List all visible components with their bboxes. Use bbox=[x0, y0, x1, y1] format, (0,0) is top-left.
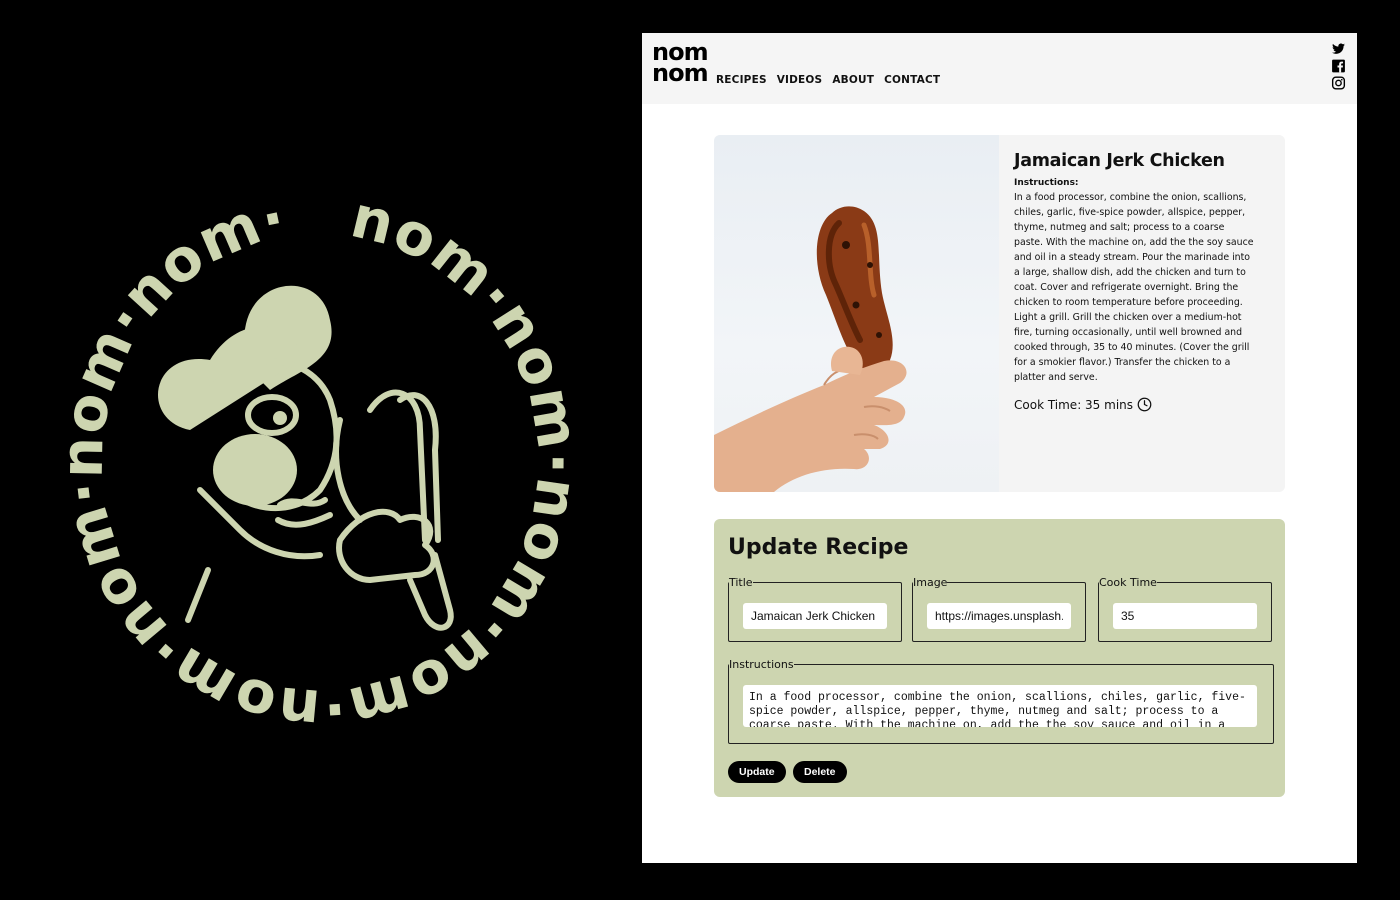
jerk-chicken-drumstick-image bbox=[714, 206, 907, 492]
social-links bbox=[1331, 42, 1347, 90]
nav-about[interactable]: ABOUT bbox=[832, 74, 874, 86]
cook-time-fieldset: Cook Time bbox=[1098, 576, 1272, 642]
site-header: nom nom RECIPES VIDEOS ABOUT CONTACT bbox=[642, 33, 1357, 104]
chef-illustration bbox=[157, 285, 454, 631]
nav-contact[interactable]: CONTACT bbox=[884, 74, 940, 86]
facebook-icon[interactable] bbox=[1331, 59, 1346, 73]
recipe-title: Jamaican Jerk Chicken bbox=[1014, 151, 1225, 171]
title-legend: Title bbox=[729, 576, 753, 589]
update-recipe-form: Update Recipe Title Image Cook Time Inst… bbox=[714, 519, 1285, 797]
nom-nom-emblem: nom·nom·nom·nom·nom·nom·nom·nom· bbox=[40, 160, 600, 740]
title-fieldset: Title bbox=[728, 576, 902, 642]
clock-icon bbox=[1137, 397, 1152, 412]
cook-time: Cook Time: 35 mins bbox=[1014, 397, 1272, 412]
instructions-line: a large, shallow dish, add the chicken a… bbox=[1014, 267, 1246, 278]
instructions-line: paste. With the machine on, add the the … bbox=[1014, 237, 1254, 248]
instructions-line: coat. Cover and refrigerate overnight. B… bbox=[1014, 282, 1239, 293]
emblem-ring-text: nom·nom·nom·nom·nom·nom·nom·nom· bbox=[48, 182, 593, 740]
instructions-textarea[interactable]: In a food processor, combine the onion, … bbox=[743, 685, 1257, 727]
recipe-info: Jamaican Jerk Chicken Instructions: In a… bbox=[1014, 151, 1272, 412]
instructions-line: platter and serve. bbox=[1014, 372, 1098, 383]
twitter-icon[interactable] bbox=[1331, 42, 1346, 56]
instructions-line: thyme, nutmeg and salt; process to a coa… bbox=[1014, 222, 1225, 233]
site-logo[interactable]: nom nom bbox=[652, 40, 709, 88]
instructions-line: for a smokier flavor.) Transfer the chic… bbox=[1014, 357, 1231, 368]
cook-time-input[interactable] bbox=[1113, 603, 1257, 629]
instructions-line: Light a grill. Grill the chicken over a … bbox=[1014, 312, 1242, 323]
update-button[interactable]: Update bbox=[728, 761, 786, 783]
instructions-line: chicken to room temperature before proce… bbox=[1014, 297, 1243, 308]
update-recipe-heading: Update Recipe bbox=[728, 535, 909, 560]
instructions-line: fire, turning occasionally, until well b… bbox=[1014, 327, 1243, 338]
delete-button[interactable]: Delete bbox=[793, 761, 847, 783]
instructions-fieldset: Instructions In a food processor, combin… bbox=[728, 658, 1274, 744]
instructions-line: chiles, garlic, five-spice powder, allsp… bbox=[1014, 207, 1246, 218]
instructions-line: In a food processor, combine the onion, … bbox=[1014, 192, 1247, 203]
cook-time-legend: Cook Time bbox=[1099, 576, 1157, 589]
image-url-input[interactable] bbox=[927, 603, 1071, 629]
nav-videos[interactable]: VIDEOS bbox=[777, 74, 823, 86]
recipe-card: Jamaican Jerk Chicken Instructions: In a… bbox=[714, 135, 1285, 492]
instructions-line: and oil in a steady stream. Pour the mar… bbox=[1014, 252, 1251, 263]
instagram-icon[interactable] bbox=[1331, 76, 1346, 90]
website-screenshot: nom nom RECIPES VIDEOS ABOUT CONTACT Jam… bbox=[642, 33, 1357, 863]
logo-text-bottom: nom bbox=[652, 59, 709, 87]
image-fieldset: Image bbox=[912, 576, 1086, 642]
cook-time-text: Cook Time: 35 mins bbox=[1014, 397, 1134, 412]
instructions-line: cooked through, 35 to 40 minutes. (Cover… bbox=[1014, 342, 1250, 353]
instructions-label: Instructions: bbox=[1014, 178, 1079, 188]
nav-recipes[interactable]: RECIPES bbox=[716, 74, 767, 86]
instructions-text: In a food processor, combine the onion, … bbox=[1014, 190, 1272, 385]
recipe-photo bbox=[714, 135, 999, 492]
instructions-legend: Instructions bbox=[729, 658, 794, 671]
title-input[interactable] bbox=[743, 603, 887, 629]
image-legend: Image bbox=[913, 576, 948, 589]
main-nav: RECIPES VIDEOS ABOUT CONTACT bbox=[716, 74, 940, 86]
